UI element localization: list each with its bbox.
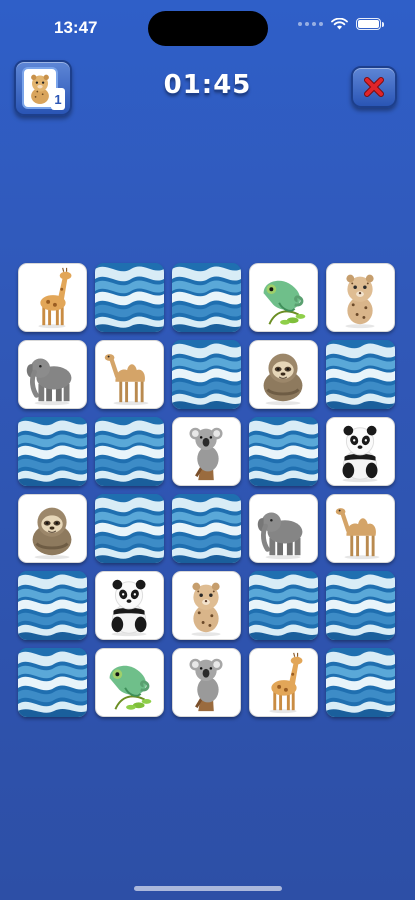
chameleon-image [109, 665, 152, 710]
giraffe-image [269, 652, 303, 714]
status-icons [298, 18, 384, 30]
card-face-down-r6c5[interactable] [326, 648, 395, 717]
card-face-down-r3c1[interactable] [18, 417, 87, 486]
card-leopard-cub-r1c5[interactable] [326, 263, 395, 332]
leopard-cub-image [191, 582, 221, 637]
card-giraffe-r6c4[interactable] [249, 648, 318, 717]
card-face-down-r5c1[interactable] [18, 571, 87, 640]
card-elephant-r2c1[interactable] [18, 340, 87, 409]
elephant-image [257, 512, 303, 560]
status-time: 13:47 [54, 18, 98, 37]
card-camel-r4c5[interactable] [326, 494, 395, 563]
dynamic-island [148, 11, 268, 46]
card-face-down-r1c3[interactable] [172, 263, 241, 332]
status-bar: 13:47 [0, 0, 415, 54]
card-face-down-r4c2[interactable] [95, 494, 164, 563]
camel-image [104, 354, 149, 406]
sloth-image [263, 353, 303, 406]
card-face-down-r6c1[interactable] [18, 648, 87, 717]
wifi-icon [331, 18, 348, 30]
card-koala-r6c3[interactable] [172, 648, 241, 717]
camel-image [335, 508, 380, 560]
chameleon-image [263, 280, 306, 325]
leopard-cub-image [345, 274, 375, 329]
card-sloth-r2c4[interactable] [249, 340, 318, 409]
close-icon [364, 77, 384, 97]
koala-image [189, 427, 223, 481]
cellular-signal-icon [298, 22, 323, 26]
card-face-down-r5c4[interactable] [249, 571, 318, 640]
battery-icon [356, 18, 384, 30]
card-giraffe-r1c1[interactable] [18, 263, 87, 332]
panda-image [342, 425, 378, 483]
card-face-down-r1c2[interactable] [95, 263, 164, 332]
card-face-down-r2c3[interactable] [172, 340, 241, 409]
home-indicator [134, 886, 282, 891]
card-panda-r3c5[interactable] [326, 417, 395, 486]
top-bar: 1 01:45 [0, 60, 415, 120]
panda-image [111, 579, 147, 637]
card-face-down-r2c5[interactable] [326, 340, 395, 409]
card-face-down-r3c4[interactable] [249, 417, 318, 486]
card-chameleon-r6c2[interactable] [95, 648, 164, 717]
elephant-image [26, 358, 72, 406]
card-face-down-r4c3[interactable] [172, 494, 241, 563]
card-camel-r2c2[interactable] [95, 340, 164, 409]
card-sloth-r4c1[interactable] [18, 494, 87, 563]
giraffe-image [38, 267, 72, 329]
koala-image [189, 658, 223, 712]
card-face-down-r3c2[interactable] [95, 417, 164, 486]
close-button[interactable] [351, 66, 397, 108]
card-panda-r5c2[interactable] [95, 571, 164, 640]
card-elephant-r4c4[interactable] [249, 494, 318, 563]
card-leopard-cub-r5c3[interactable] [172, 571, 241, 640]
card-chameleon-r1c4[interactable] [249, 263, 318, 332]
card-face-down-r5c5[interactable] [326, 571, 395, 640]
sloth-image [32, 507, 72, 560]
card-grid [18, 263, 395, 717]
card-koala-r3c3[interactable] [172, 417, 241, 486]
